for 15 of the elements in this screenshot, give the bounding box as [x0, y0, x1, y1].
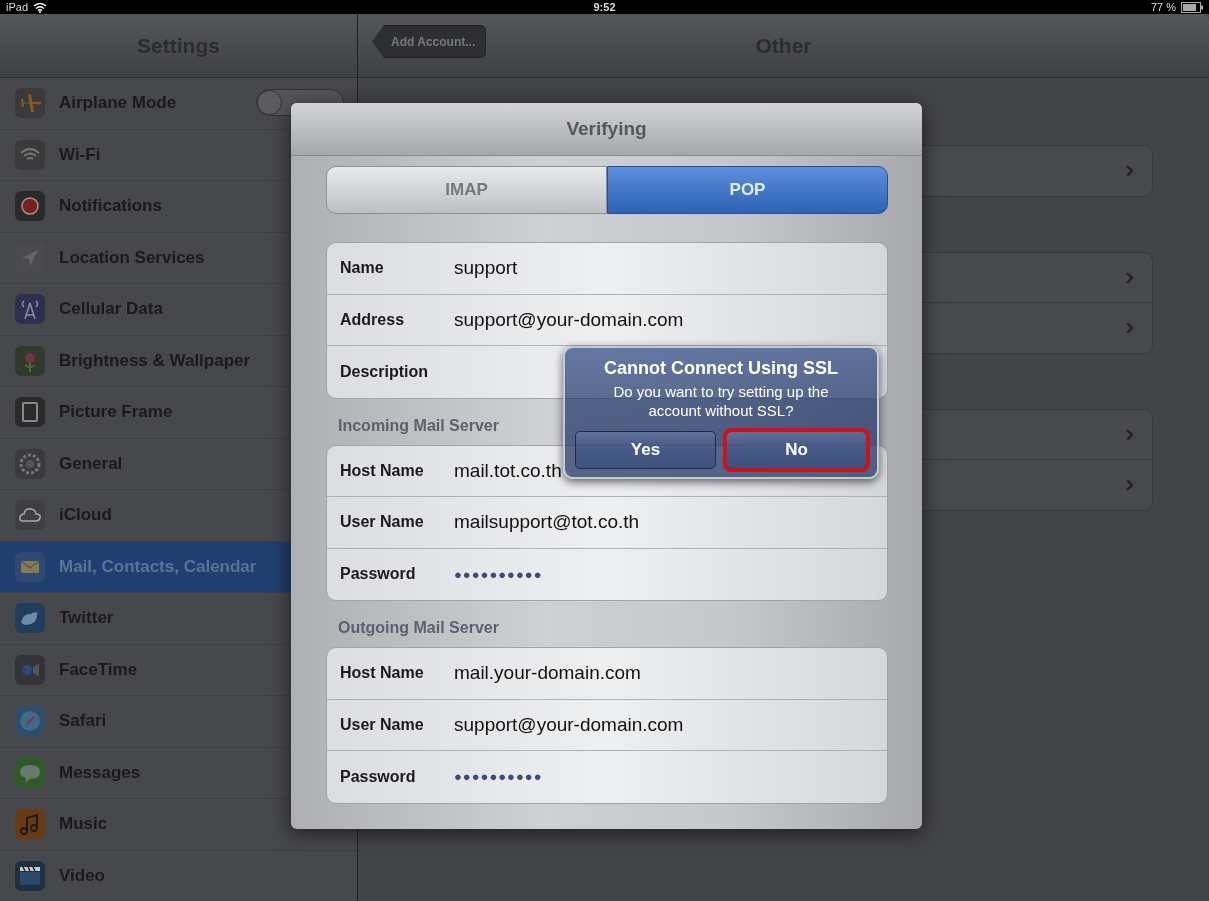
sheet-title: Verifying	[566, 118, 647, 140]
field-value: support@your-domain.com	[454, 308, 684, 331]
settings-item-label: Mail, Contacts, Calendar	[59, 556, 257, 577]
field-value: support	[454, 257, 518, 280]
clock-time: 9:52	[593, 1, 616, 13]
field-value: mail.your-domain.com	[454, 662, 641, 685]
battery-percent: 77 %	[1150, 1, 1176, 13]
field-value: ●●●●●●●●●●	[454, 769, 543, 785]
alert-title: Cannot Connect Using SSL	[603, 358, 839, 379]
device-name: iPad	[6, 1, 29, 13]
field-value: mailsupport@tot.co.th	[454, 511, 640, 534]
field-value: mail.tot.co.th	[454, 459, 562, 482]
alert-message: Do you want to try setting up the account without SSL?	[612, 383, 830, 421]
field-value: ●●●●●●●●●●	[454, 566, 543, 582]
field-value: support@your-domain.com	[454, 713, 684, 736]
